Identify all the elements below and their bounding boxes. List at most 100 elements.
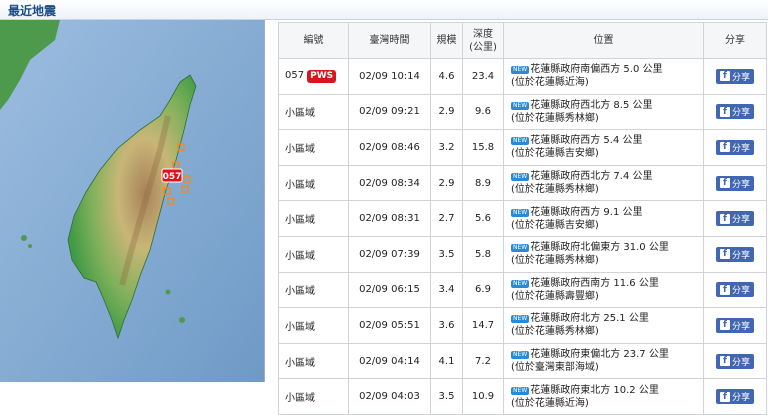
location-line2: (位於花蓮縣秀林鄉): [511, 184, 599, 196]
table-row[interactable]: 小區域 02/09 09:21 2.9 9.6 NEW 花蓮縣政府西北方 8.5 公里 (位…: [278, 93, 767, 131]
cell-mag: 3.5: [430, 378, 463, 415]
share-label: 分享: [731, 286, 750, 297]
new-badge: NEW: [511, 279, 530, 288]
facebook-icon: f: [719, 249, 730, 260]
cell-no[interactable]: 小區域: [278, 200, 349, 237]
cell-no[interactable]: 小區域: [278, 235, 349, 273]
cell-no[interactable]: 小區域: [278, 378, 349, 415]
table-row[interactable]: 057 PWS 02/09 10:14 4.6 23.4 NEW 花蓮縣政府南偏西方 5.0…: [278, 58, 767, 95]
orchid-island: [179, 317, 185, 323]
cell-share: f 分享: [703, 271, 767, 309]
location-line1: 花蓮縣政府西南方 11.6 公里: [530, 277, 659, 289]
facebook-share-button[interactable]: f 分享: [715, 104, 754, 120]
location-line2: (位於花蓮縣吉安鄉): [511, 219, 599, 231]
cell-time: 02/09 06:15: [348, 271, 431, 309]
location-line2: (位於花蓮縣秀林鄉): [511, 112, 599, 124]
table-row[interactable]: 小區域 02/09 07:39 3.5 5.8 NEW 花蓮縣政府北偏東方 31.0 公里…: [278, 235, 767, 273]
main-quake-label: 057: [163, 172, 182, 182]
cell-location: NEW 花蓮縣政府北偏東方 31.0 公里 (位於花蓮縣秀林鄉): [503, 235, 704, 273]
facebook-icon: f: [719, 356, 730, 367]
cell-location: NEW 花蓮縣政府東北方 10.2 公里 (位於花蓮縣近海): [503, 378, 704, 415]
share-label: 分享: [731, 143, 750, 154]
location-line1: 花蓮縣政府西北方 8.5 公里: [530, 99, 653, 111]
header-depth: 深度 (公里): [462, 22, 504, 59]
new-badge: NEW: [511, 101, 530, 110]
facebook-icon: f: [719, 106, 730, 117]
table-header-row: 編號 臺灣時間 規模 深度 (公里) 位置 分享: [278, 22, 767, 59]
facebook-share-button[interactable]: f 分享: [715, 317, 754, 333]
facebook-icon: f: [719, 178, 730, 189]
cell-no[interactable]: 小區域: [278, 164, 349, 202]
cell-mag: 4.1: [430, 342, 463, 380]
location-line2: (位於花蓮縣秀林鄉): [511, 326, 599, 338]
share-label: 分享: [731, 179, 750, 190]
cell-location: NEW 花蓮縣政府北方 25.1 公里 (位於花蓮縣秀林鄉): [503, 307, 704, 344]
header-time: 臺灣時間: [348, 22, 431, 59]
cell-share: f 分享: [703, 58, 767, 95]
cell-share: f 分享: [703, 342, 767, 380]
green-island: [165, 289, 171, 295]
location-line2: (位於臺灣東部海域): [511, 362, 599, 374]
cell-location: NEW 花蓮縣政府西北方 8.5 公里 (位於花蓮縣秀林鄉): [503, 93, 704, 131]
location-line1: 花蓮縣政府南偏西方 5.0 公里: [530, 64, 663, 76]
cell-location: NEW 花蓮縣政府南偏西方 5.0 公里 (位於花蓮縣近海): [503, 58, 704, 95]
main-quake-marker[interactable]: 057: [161, 168, 183, 183]
facebook-share-button[interactable]: f 分享: [715, 68, 754, 84]
header-no: 編號: [278, 22, 349, 59]
cell-time: 02/09 05:51: [348, 307, 431, 344]
cell-no[interactable]: 小區域: [278, 342, 349, 380]
cell-depth: 8.9: [462, 164, 504, 202]
header-loc: 位置: [503, 22, 704, 59]
facebook-share-button[interactable]: f 分享: [715, 282, 754, 298]
facebook-share-button[interactable]: f 分享: [715, 175, 754, 191]
cell-no[interactable]: 小區域: [278, 129, 349, 166]
cell-depth: 23.4: [462, 58, 504, 95]
cell-mag: 3.5: [430, 235, 463, 273]
penghu-island: [21, 235, 27, 241]
cell-share: f 分享: [703, 378, 767, 415]
location-line2: (位於花蓮縣吉安鄉): [511, 148, 599, 160]
cell-location: NEW 花蓮縣政府東偏北方 23.7 公里 (位於臺灣東部海域): [503, 342, 704, 380]
cell-time: 02/09 10:14: [348, 58, 431, 95]
cell-mag: 4.6: [430, 58, 463, 95]
facebook-icon: f: [719, 391, 730, 402]
location-line2: (位於花蓮縣壽豐鄉): [511, 290, 599, 302]
facebook-share-button[interactable]: f 分享: [715, 389, 754, 405]
table-row[interactable]: 小區域 02/09 08:34 2.9 8.9 NEW 花蓮縣政府西北方 7.4 公里 (位…: [278, 164, 767, 202]
table-row[interactable]: 小區域 02/09 08:31 2.7 5.6 NEW 花蓮縣政府西方 9.1 公里 (位於…: [278, 200, 767, 237]
header-share: 分享: [703, 22, 767, 59]
facebook-share-button[interactable]: f 分享: [715, 211, 754, 227]
table-row[interactable]: 小區域 02/09 05:51 3.6 14.7 NEW 花蓮縣政府北方 25.1 公里(…: [278, 307, 767, 344]
cell-mag: 2.7: [430, 200, 463, 237]
cell-no[interactable]: 小區域: [278, 271, 349, 309]
earthquake-table: 編號 臺灣時間 規模 深度 (公里) 位置 分享 057 PWS 02/09 10:1…: [278, 22, 767, 415]
cell-mag: 2.9: [430, 93, 463, 131]
cell-location: NEW 花蓮縣政府西方 5.4 公里 (位於花蓮縣吉安鄉): [503, 129, 704, 166]
cell-depth: 6.9: [462, 271, 504, 309]
cell-time: 02/09 09:21: [348, 93, 431, 131]
facebook-share-button[interactable]: f 分享: [715, 246, 754, 262]
new-badge: NEW: [511, 173, 530, 182]
table-row[interactable]: 小區域 02/09 04:14 4.1 7.2 NEW 花蓮縣政府東偏北方 23.7 公里…: [278, 342, 767, 380]
cell-depth: 14.7: [462, 307, 504, 344]
table-row[interactable]: 小區域 02/09 08:46 3.2 15.8 NEW 花蓮縣政府西方 5.4 公里 (位…: [278, 129, 767, 166]
cell-share: f 分享: [703, 307, 767, 344]
earthquake-map[interactable]: 057: [0, 20, 265, 382]
share-label: 分享: [731, 250, 750, 261]
share-label: 分享: [731, 321, 750, 332]
cell-no[interactable]: 小區域: [278, 307, 349, 344]
location-line2: (位於花蓮縣近海): [511, 397, 589, 409]
cell-depth: 5.8: [462, 235, 504, 273]
facebook-share-button[interactable]: f 分享: [715, 353, 754, 369]
facebook-share-button[interactable]: f 分享: [715, 139, 754, 155]
new-badge: NEW: [511, 208, 530, 217]
table-row[interactable]: 小區域 02/09 04:03 3.5 10.9 NEW 花蓮縣政府東北方 10.2 公里…: [278, 378, 767, 415]
facebook-icon: f: [719, 284, 730, 295]
cell-no[interactable]: 057 PWS: [278, 58, 349, 95]
cell-time: 02/09 08:46: [348, 129, 431, 166]
cell-depth: 15.8: [462, 129, 504, 166]
cell-no[interactable]: 小區域: [278, 93, 349, 131]
table-row[interactable]: 小區域 02/09 06:15 3.4 6.9 NEW 花蓮縣政府西南方 11.6 公里(…: [278, 271, 767, 309]
cell-mag: 2.9: [430, 164, 463, 202]
header-mag: 規模: [430, 22, 463, 59]
